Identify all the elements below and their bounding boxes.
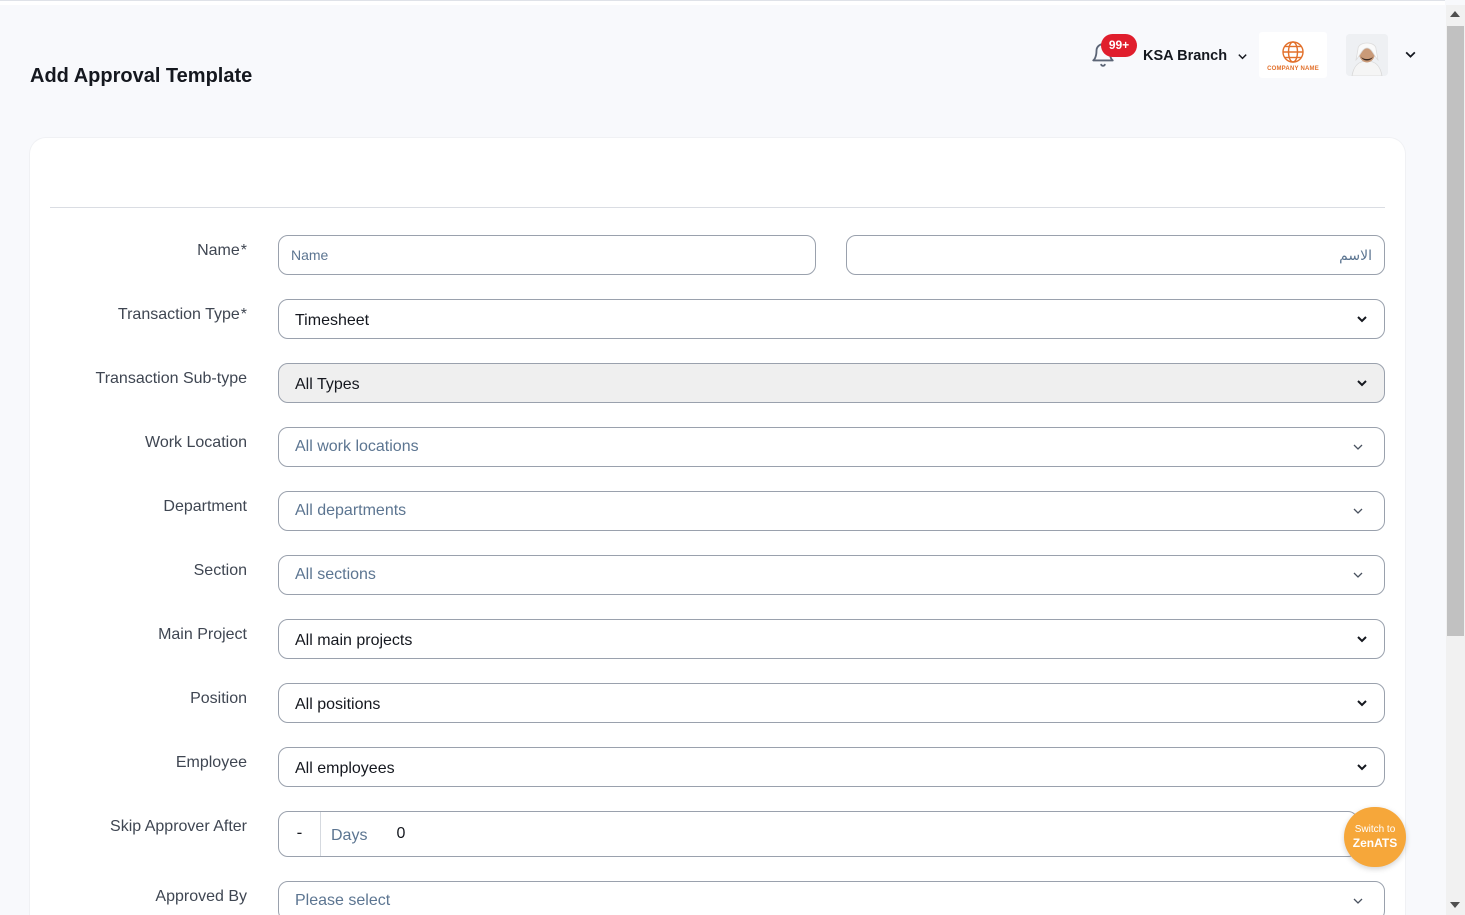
chevron-down-icon [1353, 572, 1363, 578]
chevron-down-icon [1357, 636, 1367, 643]
position-label: Position [190, 690, 247, 707]
department-label: Department [163, 498, 247, 515]
chevron-down-icon [1353, 508, 1363, 514]
days-unit-label: Days [331, 826, 368, 844]
branch-name: KSA Branch [1143, 48, 1228, 64]
chevron-down-icon [1357, 764, 1367, 771]
scroll-down-arrow-icon[interactable] [1450, 902, 1460, 908]
name-label: Name* [197, 242, 247, 259]
scrollbar-thumb[interactable] [1447, 26, 1464, 636]
chevron-down-icon[interactable] [1404, 48, 1417, 61]
name-input[interactable] [278, 235, 816, 275]
section-select[interactable]: All sections [278, 555, 1385, 595]
branch-selector[interactable]: KSA Branch [1143, 46, 1248, 66]
skip-approver-input-group: - Days 0 [278, 811, 1358, 857]
transaction-subtype-label: Transaction Sub-type [95, 370, 247, 387]
page-title: Add Approval Template [30, 65, 253, 87]
scroll-up-arrow-icon[interactable] [1450, 11, 1460, 17]
top-border [0, 0, 1445, 5]
approved-by-select[interactable]: Please select [278, 881, 1385, 915]
chevron-down-icon [1353, 444, 1363, 450]
approved-by-label: Approved By [155, 888, 247, 905]
employee-label: Employee [175, 754, 247, 771]
transaction-type-select[interactable]: Timesheet [278, 299, 1385, 339]
main-project-select[interactable]: All main projects [278, 619, 1385, 659]
card-divider [50, 207, 1385, 208]
chevron-down-icon [1353, 898, 1363, 904]
chevron-down-icon [1238, 53, 1247, 59]
work-location-label: Work Location [145, 434, 247, 451]
chevron-down-icon [1357, 380, 1367, 387]
company-logo: COMPANY NAME [1259, 32, 1327, 78]
department-select[interactable]: All departments [278, 491, 1385, 531]
section-label: Section [193, 562, 247, 579]
employee-select[interactable]: All employees [278, 747, 1385, 787]
chevron-down-icon [1357, 316, 1367, 323]
position-select[interactable]: All positions [278, 683, 1385, 723]
switch-to-zenats-button[interactable]: Switch to ZenATS [1344, 807, 1406, 867]
transaction-type-label: Transaction Type* [117, 306, 247, 323]
arabic-name-input[interactable] [846, 235, 1385, 275]
main-project-label: Main Project [158, 626, 247, 643]
work-location-select[interactable]: All work locations [278, 427, 1385, 467]
transaction-subtype-select[interactable]: All Types [278, 363, 1385, 403]
skip-approver-label: Skip Approver After [110, 818, 247, 835]
decrement-button[interactable]: - [279, 812, 321, 856]
globe-icon [1282, 40, 1304, 63]
chevron-down-icon [1357, 700, 1367, 707]
avatar[interactable] [1346, 34, 1388, 76]
notification-count-badge: 99+ [1101, 34, 1137, 57]
skip-days-value[interactable]: 0 [396, 825, 405, 843]
